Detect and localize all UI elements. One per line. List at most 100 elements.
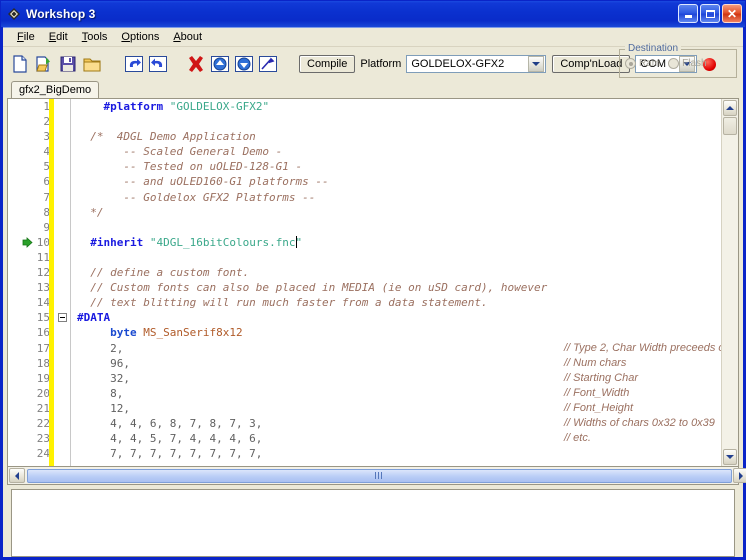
radio-dot-flash: [668, 58, 680, 69]
minimize-button[interactable]: [678, 4, 698, 23]
toolbar: Compile Platform GOLDELOX-GFX2 Comp'nLoa…: [3, 43, 743, 81]
code-line[interactable]: [77, 114, 721, 129]
trailing-comment: // Type 2, Char Width preceeds ch: [564, 341, 721, 354]
code-line[interactable]: 7, 7, 7, 7, 7, 7, 7, 7,: [77, 446, 721, 461]
undo-icon[interactable]: [123, 53, 145, 75]
code-text[interactable]: #platform "GOLDELOX-GFX2" /* 4DGL Demo A…: [71, 99, 721, 466]
horizontal-scrollbar[interactable]: [7, 467, 746, 485]
code-line[interactable]: // define a custom font.: [77, 265, 721, 280]
download-icon[interactable]: [233, 53, 255, 75]
vertical-scroll-thumb[interactable]: [723, 117, 737, 135]
window-controls: ✕: [678, 4, 742, 23]
editor-frame: 1 2 3 4 5 6 7 8 9 10 11 12 13 14 15 16 17 18 19 20 21 22 23 24 …: [7, 98, 739, 467]
title-bar: Workshop 3 ✕: [1, 1, 745, 27]
code-line[interactable]: // text blitting will run much faster fr…: [77, 295, 721, 310]
code-token: "4DGL_16bitColours.fnc": [149, 235, 303, 249]
code-line[interactable]: #platform "GOLDELOX-GFX2": [77, 99, 721, 114]
code-line[interactable]: -- Scaled General Demo -: [77, 144, 721, 159]
code-line[interactable]: // Custom fonts can also be placed in ME…: [77, 280, 721, 295]
trailing-comment: // Font_Height: [564, 402, 634, 414]
platform-label: Platform: [360, 58, 402, 70]
redo-icon[interactable]: [147, 53, 169, 75]
code-token: -- Goldelox GFX2 Platforms --: [77, 190, 316, 204]
stop-icon[interactable]: [185, 53, 207, 75]
scroll-up-arrow[interactable]: [723, 100, 737, 116]
modified-lines-bar: [49, 99, 54, 466]
code-token: /* 4DGL Demo Application: [77, 130, 256, 144]
menu-item-about[interactable]: About: [167, 30, 208, 44]
code-line[interactable]: 4, 4, 5, 7, 4, 4, 4, 6,: [77, 431, 721, 446]
code-line[interactable]: [77, 250, 721, 265]
code-token: byte: [110, 326, 137, 340]
menu-item-tools[interactable]: Tools: [76, 30, 114, 44]
vertical-scrollbar[interactable]: [721, 99, 738, 466]
compile-button[interactable]: Compile: [299, 55, 356, 73]
scroll-left-arrow[interactable]: [9, 468, 25, 483]
code-line[interactable]: /* 4DGL Demo Application: [77, 129, 721, 144]
code-line[interactable]: #DATA: [77, 310, 721, 325]
flash-icon[interactable]: [257, 53, 279, 75]
output-panel[interactable]: [11, 489, 735, 557]
destination-group: Destination Ram Flash: [619, 43, 737, 78]
close-button[interactable]: ✕: [722, 4, 742, 23]
save-file-icon[interactable]: [57, 53, 79, 75]
code-token: -- Scaled General Demo -: [77, 145, 283, 159]
code-token: -- Tested on uOLED-128-G1 -: [77, 160, 303, 174]
app-diamond-icon: [6, 6, 22, 22]
bookmark-icon[interactable]: [22, 236, 33, 248]
code-line[interactable]: -- Tested on uOLED-128-G1 -: [77, 159, 721, 174]
tab-strip: gfx2_BigDemo: [7, 81, 739, 98]
code-line[interactable]: -- Goldelox GFX2 Platforms --: [77, 190, 721, 205]
horizontal-scroll-thumb[interactable]: [27, 468, 732, 483]
code-token: 8,: [77, 386, 124, 400]
code-token: // define a custom font.: [77, 266, 250, 280]
destination-legend: Destination: [625, 43, 682, 54]
code-token: -- and uOLED160-G1 platforms --: [77, 175, 329, 189]
code-line[interactable]: #inherit "4DGL_16bitColours.fnc": [77, 235, 721, 250]
code-token: // text blitting will run much faster fr…: [77, 296, 488, 310]
tab-gfx2-bigdemo[interactable]: gfx2_BigDemo: [11, 81, 100, 98]
text-caret: [296, 235, 297, 248]
scroll-right-arrow[interactable]: [733, 468, 746, 483]
code-line[interactable]: [77, 220, 721, 235]
menu-item-file[interactable]: File: [11, 30, 41, 44]
code-token: #inherit: [90, 235, 144, 249]
new-file-icon[interactable]: [9, 53, 31, 75]
client-area: File Edit Tools Options About Compile Pl…: [3, 27, 746, 557]
code-token: 96,: [77, 356, 130, 370]
menu-item-edit[interactable]: Edit: [43, 30, 74, 44]
code-line[interactable]: */: [77, 205, 721, 220]
code-token: 4, 4, 6, 8, 7, 8, 7, 3,: [77, 416, 263, 430]
code-token: #DATA: [77, 311, 111, 325]
window-title: Workshop 3: [26, 7, 96, 21]
code-token: #platform: [103, 100, 164, 113]
scroll-down-arrow[interactable]: [723, 449, 737, 465]
trailing-comment: // Widths of chars 0x32 to 0x39: [564, 417, 715, 430]
platform-select[interactable]: GOLDELOX-GFX2: [406, 55, 547, 73]
upload-icon[interactable]: [209, 53, 231, 75]
trailing-comment: // Font_Width: [564, 386, 630, 399]
vertical-scroll-track[interactable]: [722, 135, 738, 448]
radio-ram[interactable]: Ram: [625, 58, 660, 69]
radio-label-flash: Flash: [682, 58, 707, 69]
menu-item-options[interactable]: Options: [115, 30, 165, 44]
code-token: 32,: [77, 371, 130, 385]
code-token: 2,: [77, 341, 124, 355]
code-line[interactable]: byte MS_SanSerif8x12: [77, 325, 721, 340]
radio-flash[interactable]: Flash: [668, 58, 707, 69]
maximize-button[interactable]: [700, 4, 720, 23]
code-line[interactable]: -- and uOLED160-G1 platforms --: [77, 174, 721, 189]
chevron-down-icon[interactable]: [528, 56, 545, 72]
open-file-icon[interactable]: [33, 53, 55, 75]
fold-margin[interactable]: [56, 99, 71, 466]
code-area[interactable]: 1 2 3 4 5 6 7 8 9 10 11 12 13 14 15 16 17 18 19 20 21 22 23 24 …: [8, 99, 721, 466]
fold-toggle[interactable]: [58, 313, 67, 323]
scroll-grip-icon: [375, 472, 384, 479]
code-token: 12,: [77, 401, 130, 415]
code-token: MS_SanSerif8x12: [143, 326, 243, 340]
trailing-comment: // etc.: [564, 432, 591, 445]
folder-icon[interactable]: [81, 53, 103, 75]
